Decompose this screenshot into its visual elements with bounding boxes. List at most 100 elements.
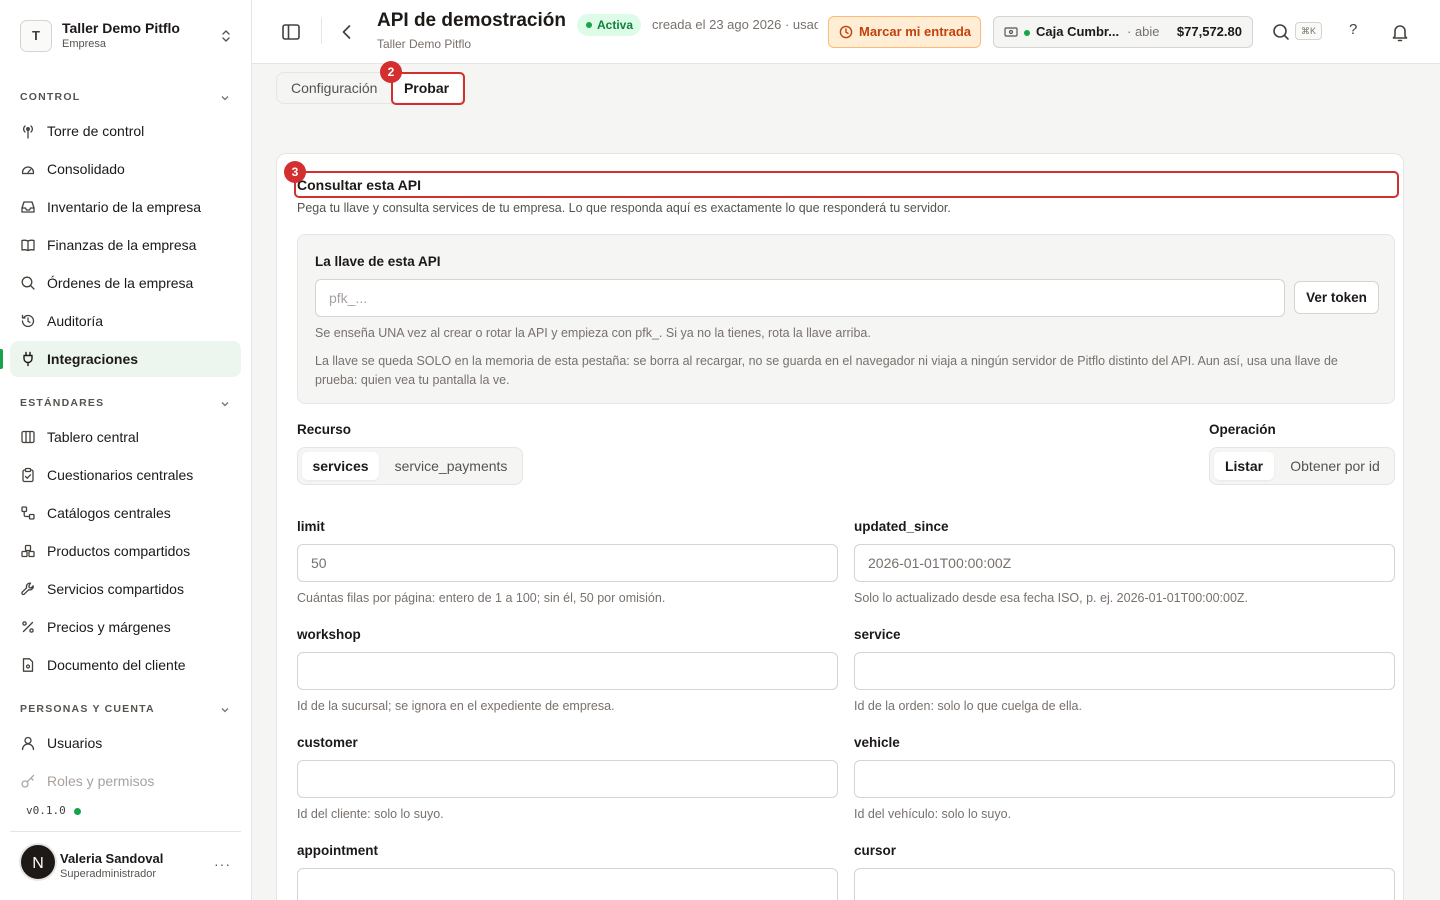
sidebar-item-label: Catálogos centrales [47,505,171,521]
resource-label: Recurso [297,422,352,437]
updated-since-label: updated_since [854,519,949,534]
columns-icon [21,430,35,444]
user-name: Valeria Sandoval [60,851,164,866]
section-personas[interactable]: PERSONAS Y CUENTA [20,703,232,717]
section-control[interactable]: CONTROL [20,91,232,105]
more-options-button[interactable]: ··· [214,856,231,872]
user-icon [21,736,35,751]
section-estandares-label: ESTÁNDARES [20,397,105,409]
sidebar-item-label: Auditoría [47,313,104,329]
avatar[interactable]: N [19,843,57,881]
sidebar-item-documento[interactable]: Documento del cliente [10,647,241,683]
sidebar-item-auditoria[interactable]: Auditoría [10,303,241,339]
updated-since-hint: Solo lo actualizado desde esa fecha ISO,… [854,591,1249,605]
sidebar-item-catalogos[interactable]: Catálogos centrales [10,495,241,531]
banknote-icon [1004,27,1018,37]
key-icon [21,774,35,788]
version-label: v0.1.0 [26,804,66,817]
sidebar-item-inventario[interactable]: Inventario de la empresa [10,189,241,225]
sidebar-item-roles[interactable]: Roles y permisos [10,763,241,799]
appointment-input[interactable] [297,868,838,900]
operation-option-listar[interactable]: Listar [1214,452,1274,480]
org-type: Empresa [62,38,107,50]
org-avatar: T [20,20,52,52]
cash-register-name: Caja Cumbr... [1036,24,1120,39]
sidebar-toggle-icon[interactable] [279,20,303,44]
operation-selector: Listar Obtener por id [1209,447,1395,485]
query-api-card: Consultar esta API 3 Pega tu llave y con… [276,153,1404,900]
api-key-title: La llave de esta API [315,254,441,269]
tower-icon [23,125,33,139]
bell-icon[interactable] [1388,20,1412,44]
sidebar-item-usuarios[interactable]: Usuarios [10,725,241,761]
search-icon[interactable] [1269,20,1293,44]
cursor-label: cursor [854,843,897,858]
search-icon [21,276,35,290]
sidebar-item-ordenes[interactable]: Órdenes de la empresa [10,265,241,301]
tab-configuracion[interactable]: Configuración [291,73,377,103]
plug-icon [23,351,33,367]
sidebar-item-label: Consolidado [47,161,125,177]
history-icon [21,314,35,328]
appointment-label: appointment [297,843,378,858]
sidebar-item-label: Finanzas de la empresa [47,237,197,253]
resource-option-services[interactable]: services [302,452,379,480]
chevron-down-icon [221,402,229,407]
section-personas-label: PERSONAS Y CUENTA [20,703,155,715]
sidebar-item-label: Servicios compartidos [47,581,184,597]
file-icon [22,658,34,672]
sidebar-item-servicios[interactable]: Servicios compartidos [10,571,241,607]
annotation-badge-3: 3 [284,161,306,183]
customer-input[interactable] [297,760,838,798]
gauge-icon [21,166,35,175]
sidebar-item-consolidado[interactable]: Consolidado [10,151,241,187]
sidebar-item-label: Cuestionarios centrales [47,467,194,483]
api-key-warning: La llave se queda SOLO en la memoria de … [315,354,1338,387]
clipboard-check-icon [22,467,34,483]
limit-label: limit [297,519,325,534]
wrench-icon [21,582,34,596]
sidebar-item-label: Documento del cliente [47,657,186,673]
cash-register-button[interactable]: Caja Cumbr... · abie $77,572.80 [993,16,1253,48]
vehicle-input[interactable] [854,760,1395,798]
resource-option-service-payments[interactable]: service_payments [386,452,516,480]
check-in-button[interactable]: Marcar mi entrada [828,16,981,48]
limit-input[interactable] [297,544,838,582]
updated-since-input[interactable] [854,544,1395,582]
org-switcher[interactable]: T Taller Demo Pitflo Empresa [20,18,240,54]
show-token-button[interactable]: Ver token [1294,281,1379,314]
sidebar-item-label: Precios y márgenes [47,619,171,635]
workshop-label: workshop [297,627,361,642]
page-title: API de demostración [377,10,566,31]
main-content: Configuración Probar 2 Consultar esta AP… [252,61,1440,900]
back-arrow-icon[interactable] [335,20,359,44]
resource-selector: services service_payments [297,447,523,485]
section-estandares[interactable]: ESTÁNDARES [20,397,232,411]
inbox-icon [21,201,35,213]
help-button[interactable]: ? [1349,21,1357,38]
sidebar-item-label: Roles y permisos [47,773,155,789]
cursor-input[interactable] [854,868,1395,900]
workshop-input[interactable] [297,652,838,690]
active-indicator [0,349,3,369]
sidebar-item-integraciones[interactable]: Integraciones [10,341,241,377]
operation-option-obtener[interactable]: Obtener por id [1280,452,1390,480]
sidebar-item-torre-de-control[interactable]: Torre de control [10,113,241,149]
sidebar-item-tablero[interactable]: Tablero central [10,419,241,455]
sidebar-item-label: Usuarios [47,735,103,751]
api-key-input[interactable] [315,279,1285,317]
service-input[interactable] [854,652,1395,690]
sidebar-item-productos[interactable]: Productos compartidos [10,533,241,569]
highlight-consultar [294,171,1399,198]
sidebar-item-cuestionarios[interactable]: Cuestionarios centrales [10,457,241,493]
boxes-icon [21,544,35,558]
sidebar-item-label: Inventario de la empresa [47,199,202,215]
page-subtitle: Taller Demo Pitflo [377,37,472,51]
org-name: Taller Demo Pitflo [62,20,180,36]
divider [321,18,322,44]
customer-label: customer [297,735,358,750]
sidebar-item-finanzas[interactable]: Finanzas de la empresa [10,227,241,263]
sidebar-item-precios[interactable]: Precios y márgenes [10,609,241,645]
status-dot [74,808,81,815]
percent-icon [22,621,34,633]
